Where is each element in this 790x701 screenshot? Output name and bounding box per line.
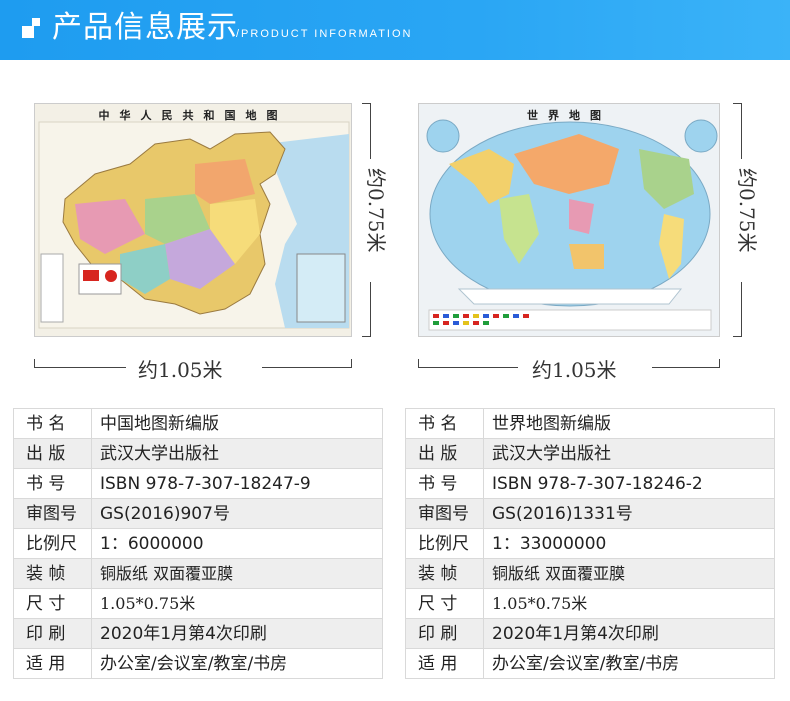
table-row: 尺 寸 1.05*0.75米 — [13, 588, 383, 619]
spec-key: 书 名 — [405, 408, 484, 439]
world-width-label: 约1.05米 — [532, 358, 617, 382]
table-row: 印 刷 2020年1月第4次印刷 — [13, 618, 383, 649]
table-row: 出 版武汉大学出版社 — [13, 438, 383, 469]
header-title: 产品信息展示 — [52, 10, 238, 45]
world-height-line-top — [741, 103, 742, 159]
spec-value: 武汉大学出版社 — [91, 438, 383, 469]
china-width-label: 约1.05米 — [138, 358, 223, 382]
table-row: 审图号 GS(2016)907号 — [13, 498, 383, 529]
world-height-tick-bottom — [733, 336, 741, 337]
spec-value: 中国地图新编版 — [91, 408, 383, 439]
spec-value: 铜版纸 双面覆亚膜 — [91, 558, 383, 589]
spec-key: 尺 寸 — [405, 588, 484, 619]
header-subtitle: /PRODUCT INFORMATION — [236, 28, 413, 40]
spec-key: 印 刷 — [405, 618, 484, 649]
header-banner: 产品信息展示 /PRODUCT INFORMATION — [0, 0, 790, 60]
spec-key: 印 刷 — [13, 618, 92, 649]
spec-value: GS(2016)1331号 — [483, 498, 775, 529]
spec-key: 书 号 — [13, 468, 92, 499]
spec-value: 办公室/会议室/教室/书房 — [91, 648, 383, 679]
world-width-tick-right — [719, 359, 720, 367]
table-row: 书 名中国地图新编版 — [13, 408, 383, 439]
world-width-tick-left — [418, 359, 419, 367]
china-width-line-right — [262, 367, 352, 368]
spec-value: 2020年1月第4次印刷 — [91, 618, 383, 649]
spec-value: 2020年1月第4次印刷 — [483, 618, 775, 649]
table-row: 装 帧铜版纸 双面覆亚膜 — [13, 558, 383, 589]
china-map-image: 中华人民共和国地图 — [34, 103, 352, 337]
world-height-line-bottom — [741, 282, 742, 337]
table-row: 书 号 ISBN 978-7-307-18247-9 — [13, 468, 383, 499]
china-height-line-bottom — [370, 282, 371, 337]
spec-key: 装 帧 — [13, 558, 92, 589]
table-row: 装 帧铜版纸 双面覆亚膜 — [405, 558, 775, 589]
world-map-image: 世界地图 — [418, 103, 720, 337]
spec-key: 出 版 — [13, 438, 92, 469]
header-squares-icon — [22, 18, 44, 40]
table-row: 比例尺 1：6000000 — [13, 528, 383, 559]
spec-value: GS(2016)907号 — [91, 498, 383, 529]
table-row: 书 号 ISBN 978-7-307-18246-2 — [405, 468, 775, 499]
spec-value: 1：6000000 — [91, 528, 383, 559]
table-row: 适 用办公室/会议室/教室/书房 — [13, 648, 383, 679]
spec-key: 装 帧 — [405, 558, 484, 589]
world-width-line-left — [418, 367, 518, 368]
table-row: 尺 寸 1.05*0.75米 — [405, 588, 775, 619]
spec-key: 书 名 — [13, 408, 92, 439]
table-row: 审图号 GS(2016)1331号 — [405, 498, 775, 529]
table-row: 书 名世界地图新编版 — [405, 408, 775, 439]
spec-value: 1：33000000 — [483, 528, 775, 559]
china-height-line-top — [370, 103, 371, 159]
spec-value: ISBN 978-7-307-18247-9 — [91, 468, 383, 499]
spec-key: 审图号 — [13, 498, 92, 529]
china-map-title: 中华人民共和国地图 — [98, 109, 288, 122]
spec-value: 武汉大学出版社 — [483, 438, 775, 469]
china-height-tick-top — [362, 103, 370, 104]
world-height-label: 约0.75米 — [735, 168, 759, 253]
spec-key: 适 用 — [13, 648, 92, 679]
spec-key: 书 号 — [405, 468, 484, 499]
spec-value: 世界地图新编版 — [483, 408, 775, 439]
spec-value: ISBN 978-7-307-18246-2 — [483, 468, 775, 499]
world-height-tick-top — [733, 103, 741, 104]
spec-key: 尺 寸 — [13, 588, 92, 619]
china-width-tick-left — [34, 359, 35, 367]
table-row: 适 用办公室/会议室/教室/书房 — [405, 648, 775, 679]
china-spec-table: 书 名中国地图新编版 出 版武汉大学出版社 书 号 ISBN 978-7-307-… — [13, 408, 383, 679]
spec-key: 比例尺 — [13, 528, 92, 559]
table-row: 比例尺 1：33000000 — [405, 528, 775, 559]
world-map-title: 世界地图 — [527, 109, 611, 122]
china-height-tick-bottom — [362, 336, 370, 337]
table-row: 印 刷 2020年1月第4次印刷 — [405, 618, 775, 649]
spec-key: 出 版 — [405, 438, 484, 469]
china-height-label: 约0.75米 — [364, 168, 388, 253]
world-width-line-right — [652, 367, 720, 368]
spec-value: 铜版纸 双面覆亚膜 — [483, 558, 775, 589]
spec-value: 1.05*0.75米 — [483, 588, 775, 619]
table-row: 出 版武汉大学出版社 — [405, 438, 775, 469]
spec-value: 办公室/会议室/教室/书房 — [483, 648, 775, 679]
spec-value: 1.05*0.75米 — [91, 588, 383, 619]
world-spec-table: 书 名世界地图新编版 出 版武汉大学出版社 书 号 ISBN 978-7-307-… — [405, 408, 775, 679]
spec-key: 审图号 — [405, 498, 484, 529]
china-width-tick-right — [351, 359, 352, 367]
china-width-line-left — [34, 367, 126, 368]
spec-key: 比例尺 — [405, 528, 484, 559]
spec-key: 适 用 — [405, 648, 484, 679]
